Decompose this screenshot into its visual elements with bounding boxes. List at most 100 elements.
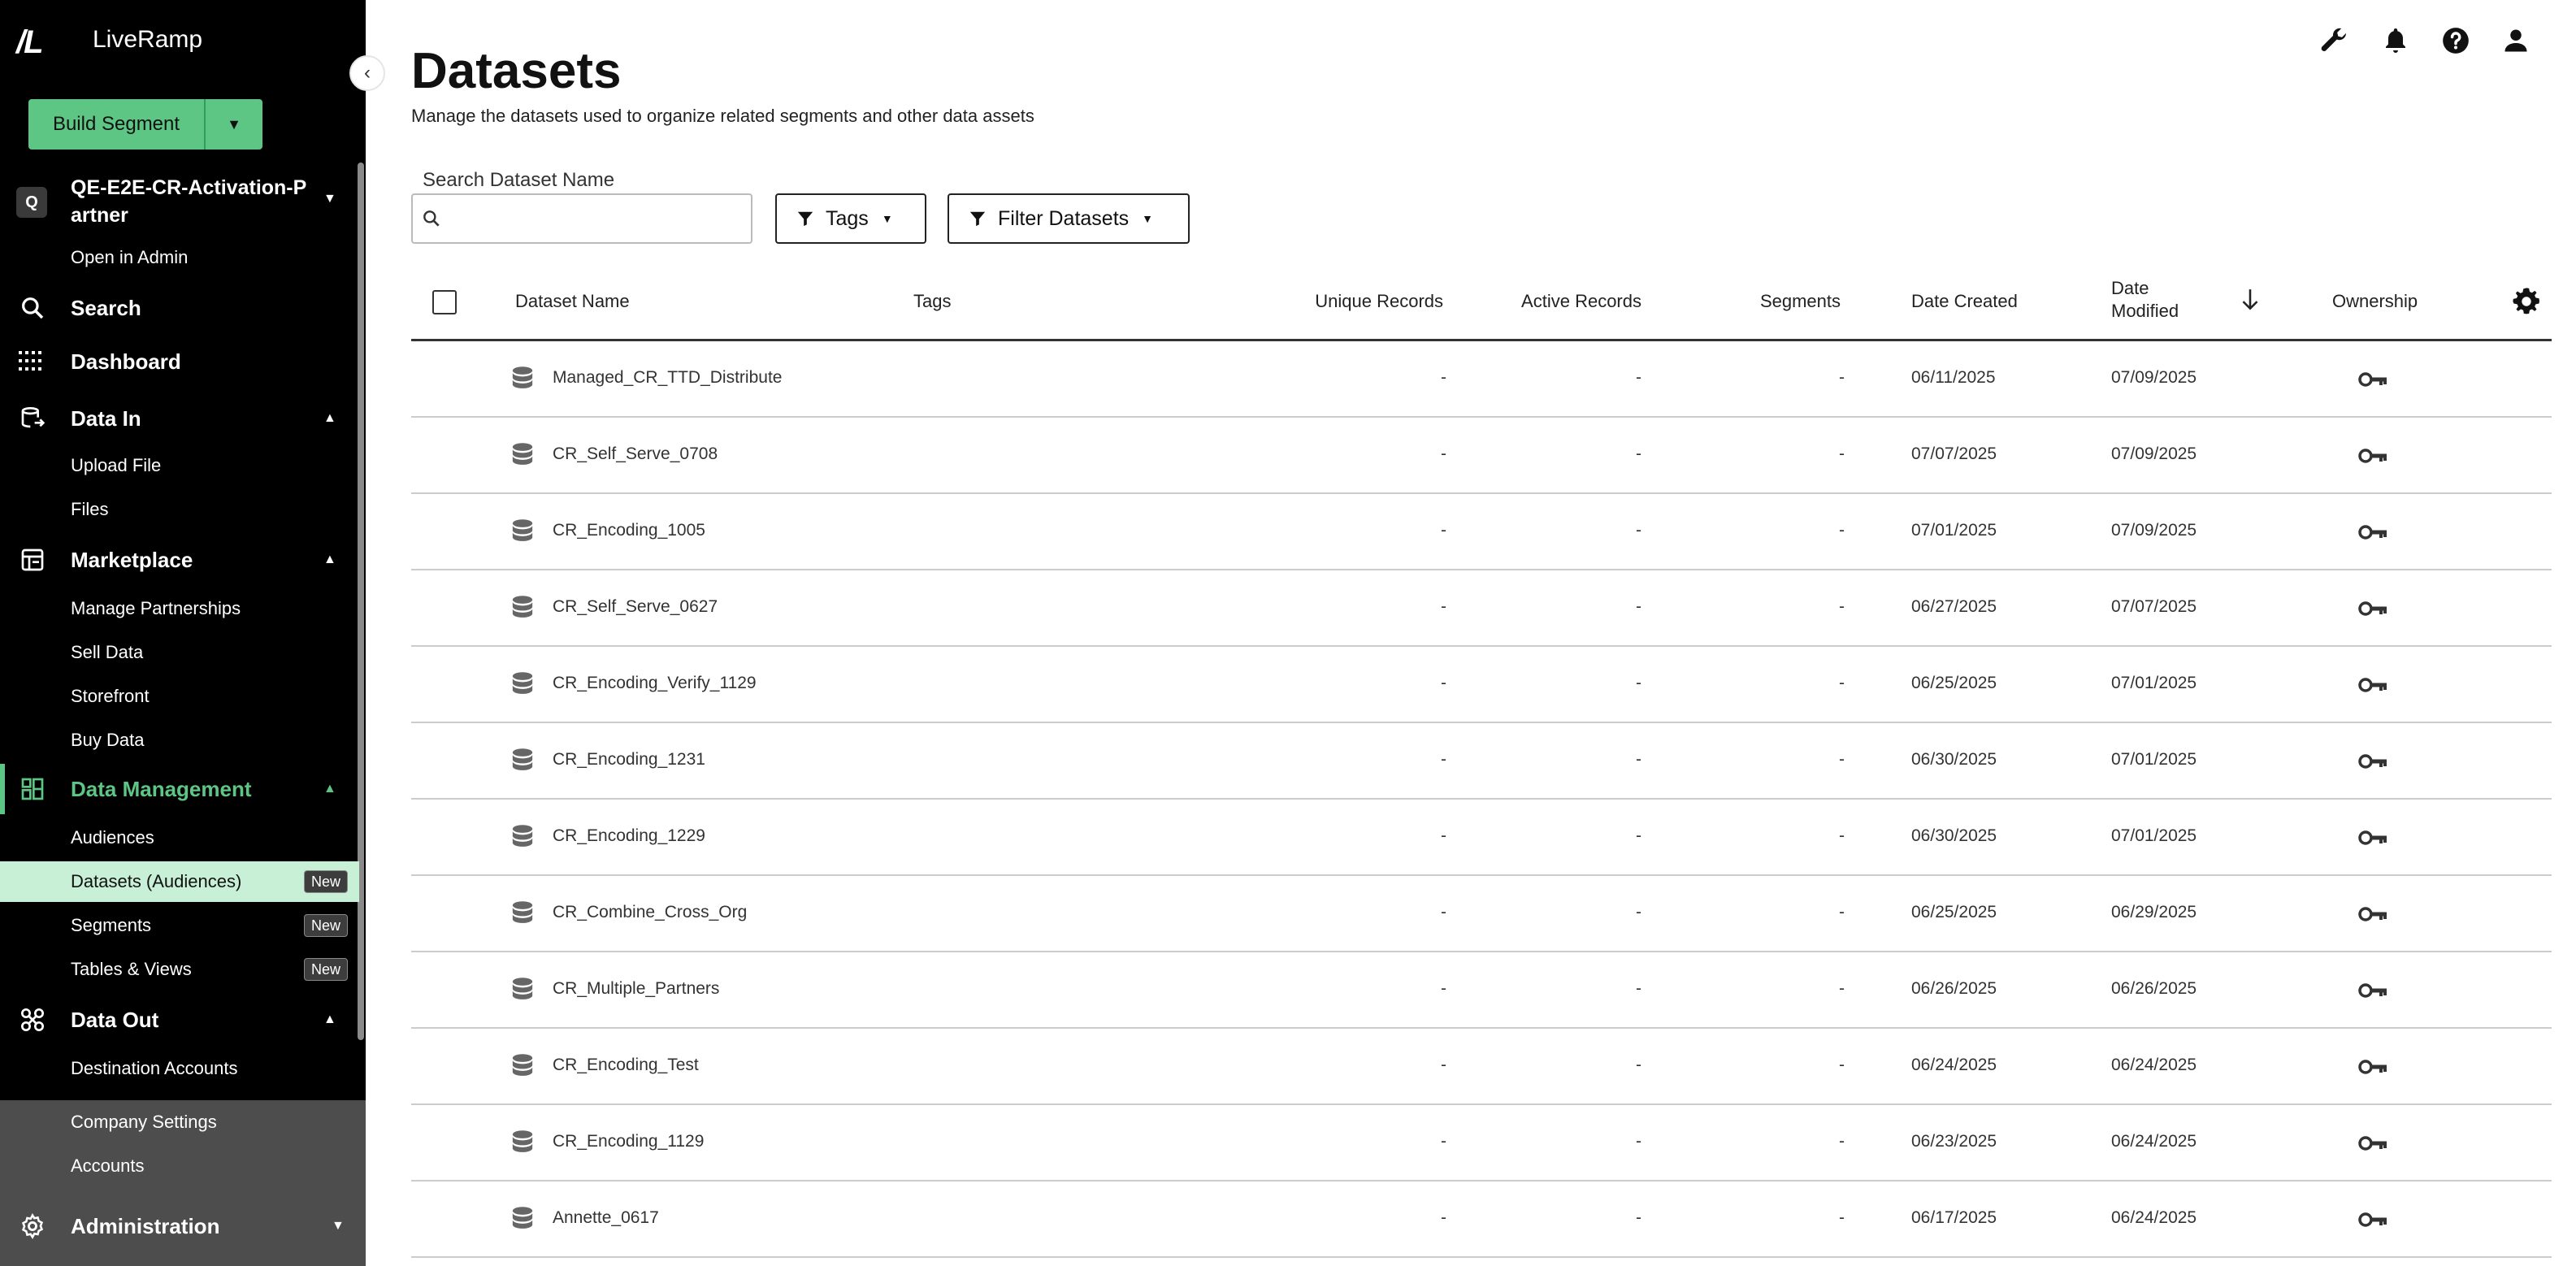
dataset-name-link[interactable]: Annette_0617 (553, 1208, 659, 1228)
column-header-dataset-name[interactable]: Dataset Name (515, 290, 630, 313)
filter-icon (796, 210, 814, 228)
database-icon (510, 518, 535, 550)
database-icon (510, 900, 535, 932)
dataset-name-link[interactable]: CR_Self_Serve_0708 (553, 444, 718, 464)
table-row[interactable]: CR_Multiple_Partners - - - 06/26/2025 06/26/2… (411, 952, 2552, 1029)
database-icon (510, 824, 535, 856)
sidebar-item-files[interactable]: Files (0, 489, 359, 530)
build-segment-button[interactable]: Build Segment (28, 99, 206, 150)
active-records-cell: - (1636, 1208, 1641, 1227)
active-records-cell: - (1636, 903, 1641, 921)
table-row[interactable]: CR_Self_Serve_0627 - - - 06/27/2025 07/07/202… (411, 570, 2552, 647)
data-in-icon (16, 402, 49, 435)
dataset-name-link[interactable]: CR_Self_Serve_0627 (553, 597, 718, 617)
date-created-cell: 07/01/2025 (1911, 521, 1997, 540)
segments-cell: - (1839, 1132, 1845, 1151)
sidebar-item-company-settings[interactable]: Company Settings (0, 1102, 359, 1142)
org-switcher[interactable]: QE-E2E-CR-Activation-Partner (71, 174, 314, 229)
unique-records-cell: - (1441, 750, 1446, 769)
select-all-checkbox[interactable] (432, 290, 457, 314)
help-icon[interactable] (2439, 24, 2472, 57)
unique-records-cell: - (1441, 597, 1446, 616)
bell-icon[interactable] (2379, 24, 2412, 57)
table-row[interactable]: CR_Encoding_1229 - - - 06/30/2025 07/01/2025 (411, 800, 2552, 876)
search-label: Search Dataset Name (423, 169, 615, 191)
search-dataset-input[interactable] (445, 202, 746, 237)
sidebar-item-administration[interactable]: Administration ▼ (0, 1201, 366, 1251)
column-header-date-modified[interactable]: Date Modified (2111, 277, 2179, 323)
sidebar-item-datasets-audiences[interactable]: Datasets (Audiences) New (0, 861, 359, 902)
table-row[interactable]: CR_Encoding_1231 - - - 06/30/2025 07/01/2025 (411, 723, 2552, 800)
collapse-sidebar-button[interactable]: ‹ (349, 55, 385, 91)
column-header-tags[interactable]: Tags (913, 290, 951, 313)
table-row[interactable]: CR_Self_Serve_0708 - - - 07/07/2025 07/09/202… (411, 418, 2552, 494)
active-records-cell: - (1636, 1132, 1641, 1151)
sidebar-item-data-management[interactable]: Data Management ▲ (0, 764, 366, 814)
sidebar-item-upload-file[interactable]: Upload File (0, 445, 359, 486)
sidebar-item-marketplace[interactable]: Marketplace ▲ (0, 535, 366, 585)
sidebar-item-data-in[interactable]: Data In ▲ (0, 393, 366, 444)
segments-cell: - (1839, 1208, 1845, 1227)
column-header-unique-records[interactable]: Unique Records (1235, 290, 1443, 313)
page-title: Datasets (411, 43, 622, 99)
build-segment-dropdown[interactable]: ▼ (206, 99, 262, 150)
dataset-name-link[interactable]: CR_Combine_Cross_Org (553, 903, 747, 922)
dataset-name-link[interactable]: CR_Encoding_Test (553, 1056, 699, 1075)
page-subtitle: Manage the datasets used to organize rel… (411, 106, 1034, 126)
date-modified-cell: 06/26/2025 (2111, 979, 2197, 998)
sidebar-item-audiences[interactable]: Audiences (0, 817, 359, 858)
database-icon (510, 366, 535, 397)
tags-filter-button[interactable]: Tags ▼ (775, 193, 926, 244)
sort-descending-arrow-icon[interactable] (2240, 288, 2261, 316)
key-icon (2358, 600, 2387, 622)
active-records-cell: - (1636, 1056, 1641, 1074)
filter-datasets-button[interactable]: Filter Datasets ▼ (948, 193, 1190, 244)
dataset-name-link[interactable]: CR_Encoding_1229 (553, 826, 705, 846)
dataset-name-link[interactable]: CR_Encoding_Verify_1129 (553, 674, 757, 693)
sidebar-item-data-out[interactable]: Data Out ▲ (0, 995, 366, 1045)
table-settings-gear-icon[interactable] (2511, 286, 2542, 321)
table-row[interactable]: CR_Encoding_1005 - - - 07/01/2025 07/09/2025 (411, 494, 2552, 570)
search-field (411, 193, 752, 244)
segments-cell: - (1839, 444, 1845, 463)
sidebar-item-buy-data[interactable]: Buy Data (0, 720, 359, 761)
segments-cell: - (1839, 903, 1845, 921)
table-row[interactable]: Managed_CR_TTD_Distribute - - - 06/11/2025 07… (411, 341, 2552, 418)
sidebar-item-open-in-admin[interactable]: Open in Admin (0, 237, 359, 278)
table-row[interactable]: CR_Combine_Cross_Org - - - 06/25/2025 06/29/2… (411, 876, 2552, 952)
key-icon (2358, 523, 2387, 545)
sidebar-item-sell-data[interactable]: Sell Data (0, 632, 359, 673)
key-icon (2358, 676, 2387, 698)
date-modified-line2: Modified (2111, 301, 2179, 321)
table-row[interactable]: CR_Encoding_1129 - - - 06/23/2025 06/24/2025 (411, 1105, 2552, 1181)
date-created-cell: 06/24/2025 (1911, 1056, 1997, 1074)
user-profile-icon[interactable] (2500, 24, 2532, 57)
dataset-name-link[interactable]: CR_Encoding_1129 (553, 1132, 704, 1151)
column-header-active-records[interactable]: Active Records (1446, 290, 1641, 313)
sidebar-item-storefront[interactable]: Storefront (0, 676, 359, 717)
sidebar-item-accounts[interactable]: Accounts (0, 1146, 359, 1186)
wrench-icon[interactable] (2318, 24, 2350, 57)
caret-down-icon: ▼ (881, 212, 893, 225)
new-badge: New (304, 958, 349, 981)
table-row[interactable]: CR_Encoding_Verify_1129 - - - 06/25/2025 07/0… (411, 647, 2552, 723)
segments-cell: - (1839, 597, 1845, 616)
column-header-date-created[interactable]: Date Created (1911, 290, 2018, 313)
table-row[interactable]: Annette_0617 - - - 06/17/2025 06/24/2025 (411, 1181, 2552, 1258)
dataset-name-link[interactable]: CR_Encoding_1231 (553, 750, 705, 770)
sidebar-item-search[interactable]: Search (0, 283, 366, 333)
table-row[interactable]: CR_Encoding_Test - - - 06/24/2025 06/24/2025 (411, 1029, 2552, 1105)
dataset-name-link[interactable]: CR_Multiple_Partners (553, 979, 719, 999)
sidebar-item-segments[interactable]: Segments New (0, 905, 359, 946)
column-header-segments[interactable]: Segments (1650, 290, 1841, 313)
segments-cell: - (1839, 826, 1845, 845)
dataset-name-link[interactable]: Managed_CR_TTD_Distribute (553, 368, 782, 388)
column-header-ownership[interactable]: Ownership (2332, 290, 2418, 313)
sidebar-item-dashboard[interactable]: Dashboard (0, 336, 366, 387)
sidebar-item-tables-views[interactable]: Tables & Views New (0, 949, 359, 990)
active-records-cell: - (1636, 521, 1641, 540)
dataset-name-link[interactable]: CR_Encoding_1005 (553, 521, 705, 540)
sidebar-item-destination-accounts[interactable]: Destination Accounts (0, 1048, 359, 1089)
caret-down-icon[interactable]: ▼ (323, 192, 336, 206)
sidebar-item-manage-partnerships[interactable]: Manage Partnerships (0, 588, 359, 629)
